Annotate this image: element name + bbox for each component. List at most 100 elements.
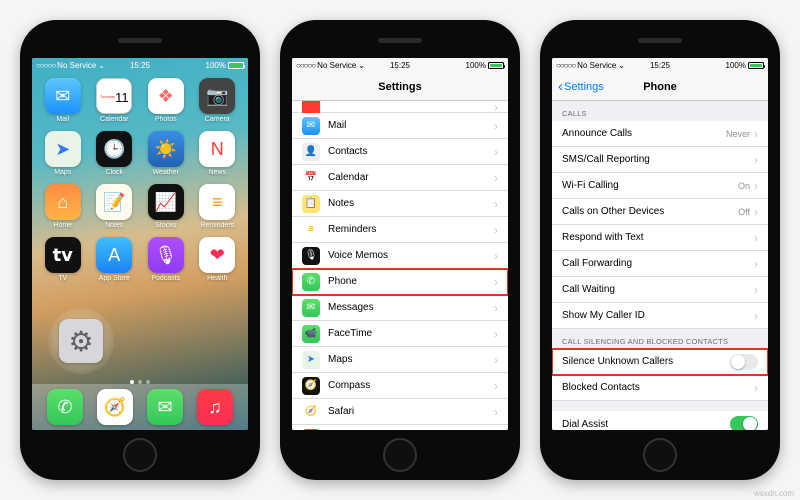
app-reminders[interactable]: ≡Reminders — [195, 184, 241, 229]
chevron-right-icon: › — [494, 119, 498, 133]
row-call-waiting[interactable]: Call Waiting› — [552, 277, 768, 303]
row-blocked-contacts[interactable]: Blocked Contacts› — [552, 375, 768, 401]
wifi-icon: ⌄ — [98, 61, 105, 70]
row-respond-with-text[interactable]: Respond with Text› — [552, 225, 768, 251]
row-label: Messages — [328, 302, 494, 313]
back-button[interactable]: ‹Settings — [558, 79, 604, 95]
chevron-right-icon: › — [754, 205, 758, 219]
status-time: 15:25 — [130, 61, 150, 70]
notes-icon: 📋 — [302, 195, 320, 213]
row-calendar[interactable]: 📅 Calendar› — [292, 165, 508, 191]
row-value: Never — [726, 129, 750, 139]
row-safari[interactable]: 🧭Safari› — [292, 399, 508, 425]
row-label: Announce Calls — [562, 128, 726, 139]
calendar-icon: Tuesday11 — [96, 78, 132, 114]
row-mail[interactable]: ✉︎Mail› — [292, 113, 508, 139]
row-reminders[interactable]: ≡Reminders› — [292, 217, 508, 243]
app-stocks[interactable]: 📈Stocks — [143, 184, 189, 229]
safari-app-icon[interactable]: 🧭 — [97, 389, 133, 425]
back-label: Settings — [564, 81, 604, 93]
app-label: Maps — [54, 169, 71, 176]
row-silence-unknown-callers[interactable]: Silence Unknown Callers — [552, 349, 768, 375]
chevron-right-icon: › — [494, 145, 498, 159]
row-call-forwarding[interactable]: Call Forwarding› — [552, 251, 768, 277]
row-wifi-calling[interactable]: Wi-Fi CallingOn› — [552, 173, 768, 199]
earpiece — [118, 38, 162, 43]
row-partial[interactable]: › — [292, 101, 508, 113]
app-app-store[interactable]: AApp Store — [92, 237, 138, 282]
chevron-right-icon: › — [494, 223, 498, 237]
app-calendar[interactable]: Tuesday11Calendar — [92, 78, 138, 123]
row-facetime[interactable]: 📹FaceTime› — [292, 321, 508, 347]
reminders-icon: ≡ — [199, 184, 235, 220]
chevron-right-icon: › — [494, 171, 498, 185]
stocks-icon: 📈 — [148, 184, 184, 220]
notes-icon: 📝 — [96, 184, 132, 220]
app-camera[interactable]: 📷Camera — [195, 78, 241, 123]
dial-assist-toggle[interactable] — [730, 416, 758, 430]
row-compass[interactable]: 🧭Compass› — [292, 373, 508, 399]
battery-pct: 100% — [466, 61, 486, 70]
row-messages[interactable]: ✉︎Messages› — [292, 295, 508, 321]
nav-bar: ‹Settings Phone — [552, 73, 768, 101]
row-notes[interactable]: 📋Notes› — [292, 191, 508, 217]
app-podcasts[interactable]: 🎙Podcasts — [143, 237, 189, 282]
home-grid: ✉︎MailTuesday11Calendar❖Photos📷Camera ➤ Ma… — [32, 73, 248, 287]
row-dial-assist[interactable]: Dial Assist — [552, 411, 768, 430]
chevron-right-icon: › — [494, 301, 498, 315]
app-label: Camera — [205, 116, 230, 123]
calendar-icon: 📅 — [302, 169, 320, 187]
compass-icon: 🧭 — [302, 377, 320, 395]
weather-icon: ☀️ — [148, 131, 184, 167]
row-phone[interactable]: ✆Phone› — [292, 269, 508, 295]
nav-title: Settings — [378, 81, 421, 93]
row-show-my-caller-id[interactable]: Show My Caller ID› — [552, 303, 768, 329]
clock-icon: 🕒 — [96, 131, 132, 167]
row-label: Call Waiting — [562, 284, 754, 295]
chevron-right-icon: › — [754, 309, 758, 323]
row-label: FaceTime — [328, 328, 494, 339]
facetime-icon: 📹 — [302, 325, 320, 343]
watermark: wsxdn.com — [754, 489, 794, 498]
carrier-text: No Service — [57, 61, 96, 70]
maps-icon: ➤ — [45, 131, 81, 167]
settings-app-icon[interactable]: ⚙︎ — [59, 319, 103, 363]
app-notes[interactable]: 📝Notes — [92, 184, 138, 229]
app-weather[interactable]: ☀️Weather — [143, 131, 189, 176]
battery-icon — [748, 62, 764, 69]
messages-app-icon[interactable]: ✉︎ — [147, 389, 183, 425]
maps-icon: ➤ — [302, 351, 320, 369]
row-announce-calls[interactable]: Announce CallsNever› — [552, 121, 768, 147]
iphone-frame-2: ○○○○○No Service⌄ 15:25 100% Settings ›✉︎… — [280, 20, 520, 480]
safari-icon: 🧭 — [302, 403, 320, 421]
row-voice-memos[interactable]: 🎙Voice Memos› — [292, 243, 508, 269]
row-contacts[interactable]: 👤Contacts› — [292, 139, 508, 165]
row-label: Respond with Text — [562, 232, 754, 243]
app-clock[interactable]: 🕒Clock — [92, 131, 138, 176]
phone-app-icon[interactable]: ✆ — [47, 389, 83, 425]
app-tv[interactable]: 𝘁𝘃TV — [40, 237, 86, 282]
app-photos[interactable]: ❖Photos — [143, 78, 189, 123]
app-mail[interactable]: ✉︎Mail — [40, 78, 86, 123]
app-health[interactable]: ❤︎Health — [195, 237, 241, 282]
row-news[interactable]: NNews› — [292, 425, 508, 430]
home-button[interactable] — [123, 438, 157, 472]
settings-list[interactable]: ›✉︎Mail›👤Contacts›📅Calendar›📋Notes›≡Remi… — [292, 101, 508, 430]
row-label: Calendar — [328, 172, 494, 183]
music-app-icon[interactable]: ♫ — [197, 389, 233, 425]
app-news[interactable]: NNews — [195, 131, 241, 176]
home-button[interactable] — [383, 438, 417, 472]
app-maps[interactable]: ➤ Maps — [40, 131, 86, 176]
photos-icon: ❖ — [148, 78, 184, 114]
silence-unknown-callers-toggle[interactable] — [730, 354, 758, 370]
phone-settings-list[interactable]: CALLSAnnounce CallsNever›SMS/Call Report… — [552, 101, 768, 430]
app-home[interactable]: ⌂Home — [40, 184, 86, 229]
chevron-right-icon: › — [754, 153, 758, 167]
carrier-text: No Service — [577, 61, 616, 70]
home-button[interactable] — [643, 438, 677, 472]
row-calls-other-devices[interactable]: Calls on Other DevicesOff› — [552, 199, 768, 225]
status-bar: ○○○○○No Service⌄ 15:25 100% — [32, 58, 248, 73]
row-maps[interactable]: ➤Maps› — [292, 347, 508, 373]
row-sms-call-reporting[interactable]: SMS/Call Reporting› — [552, 147, 768, 173]
chevron-left-icon: ‹ — [558, 78, 563, 95]
